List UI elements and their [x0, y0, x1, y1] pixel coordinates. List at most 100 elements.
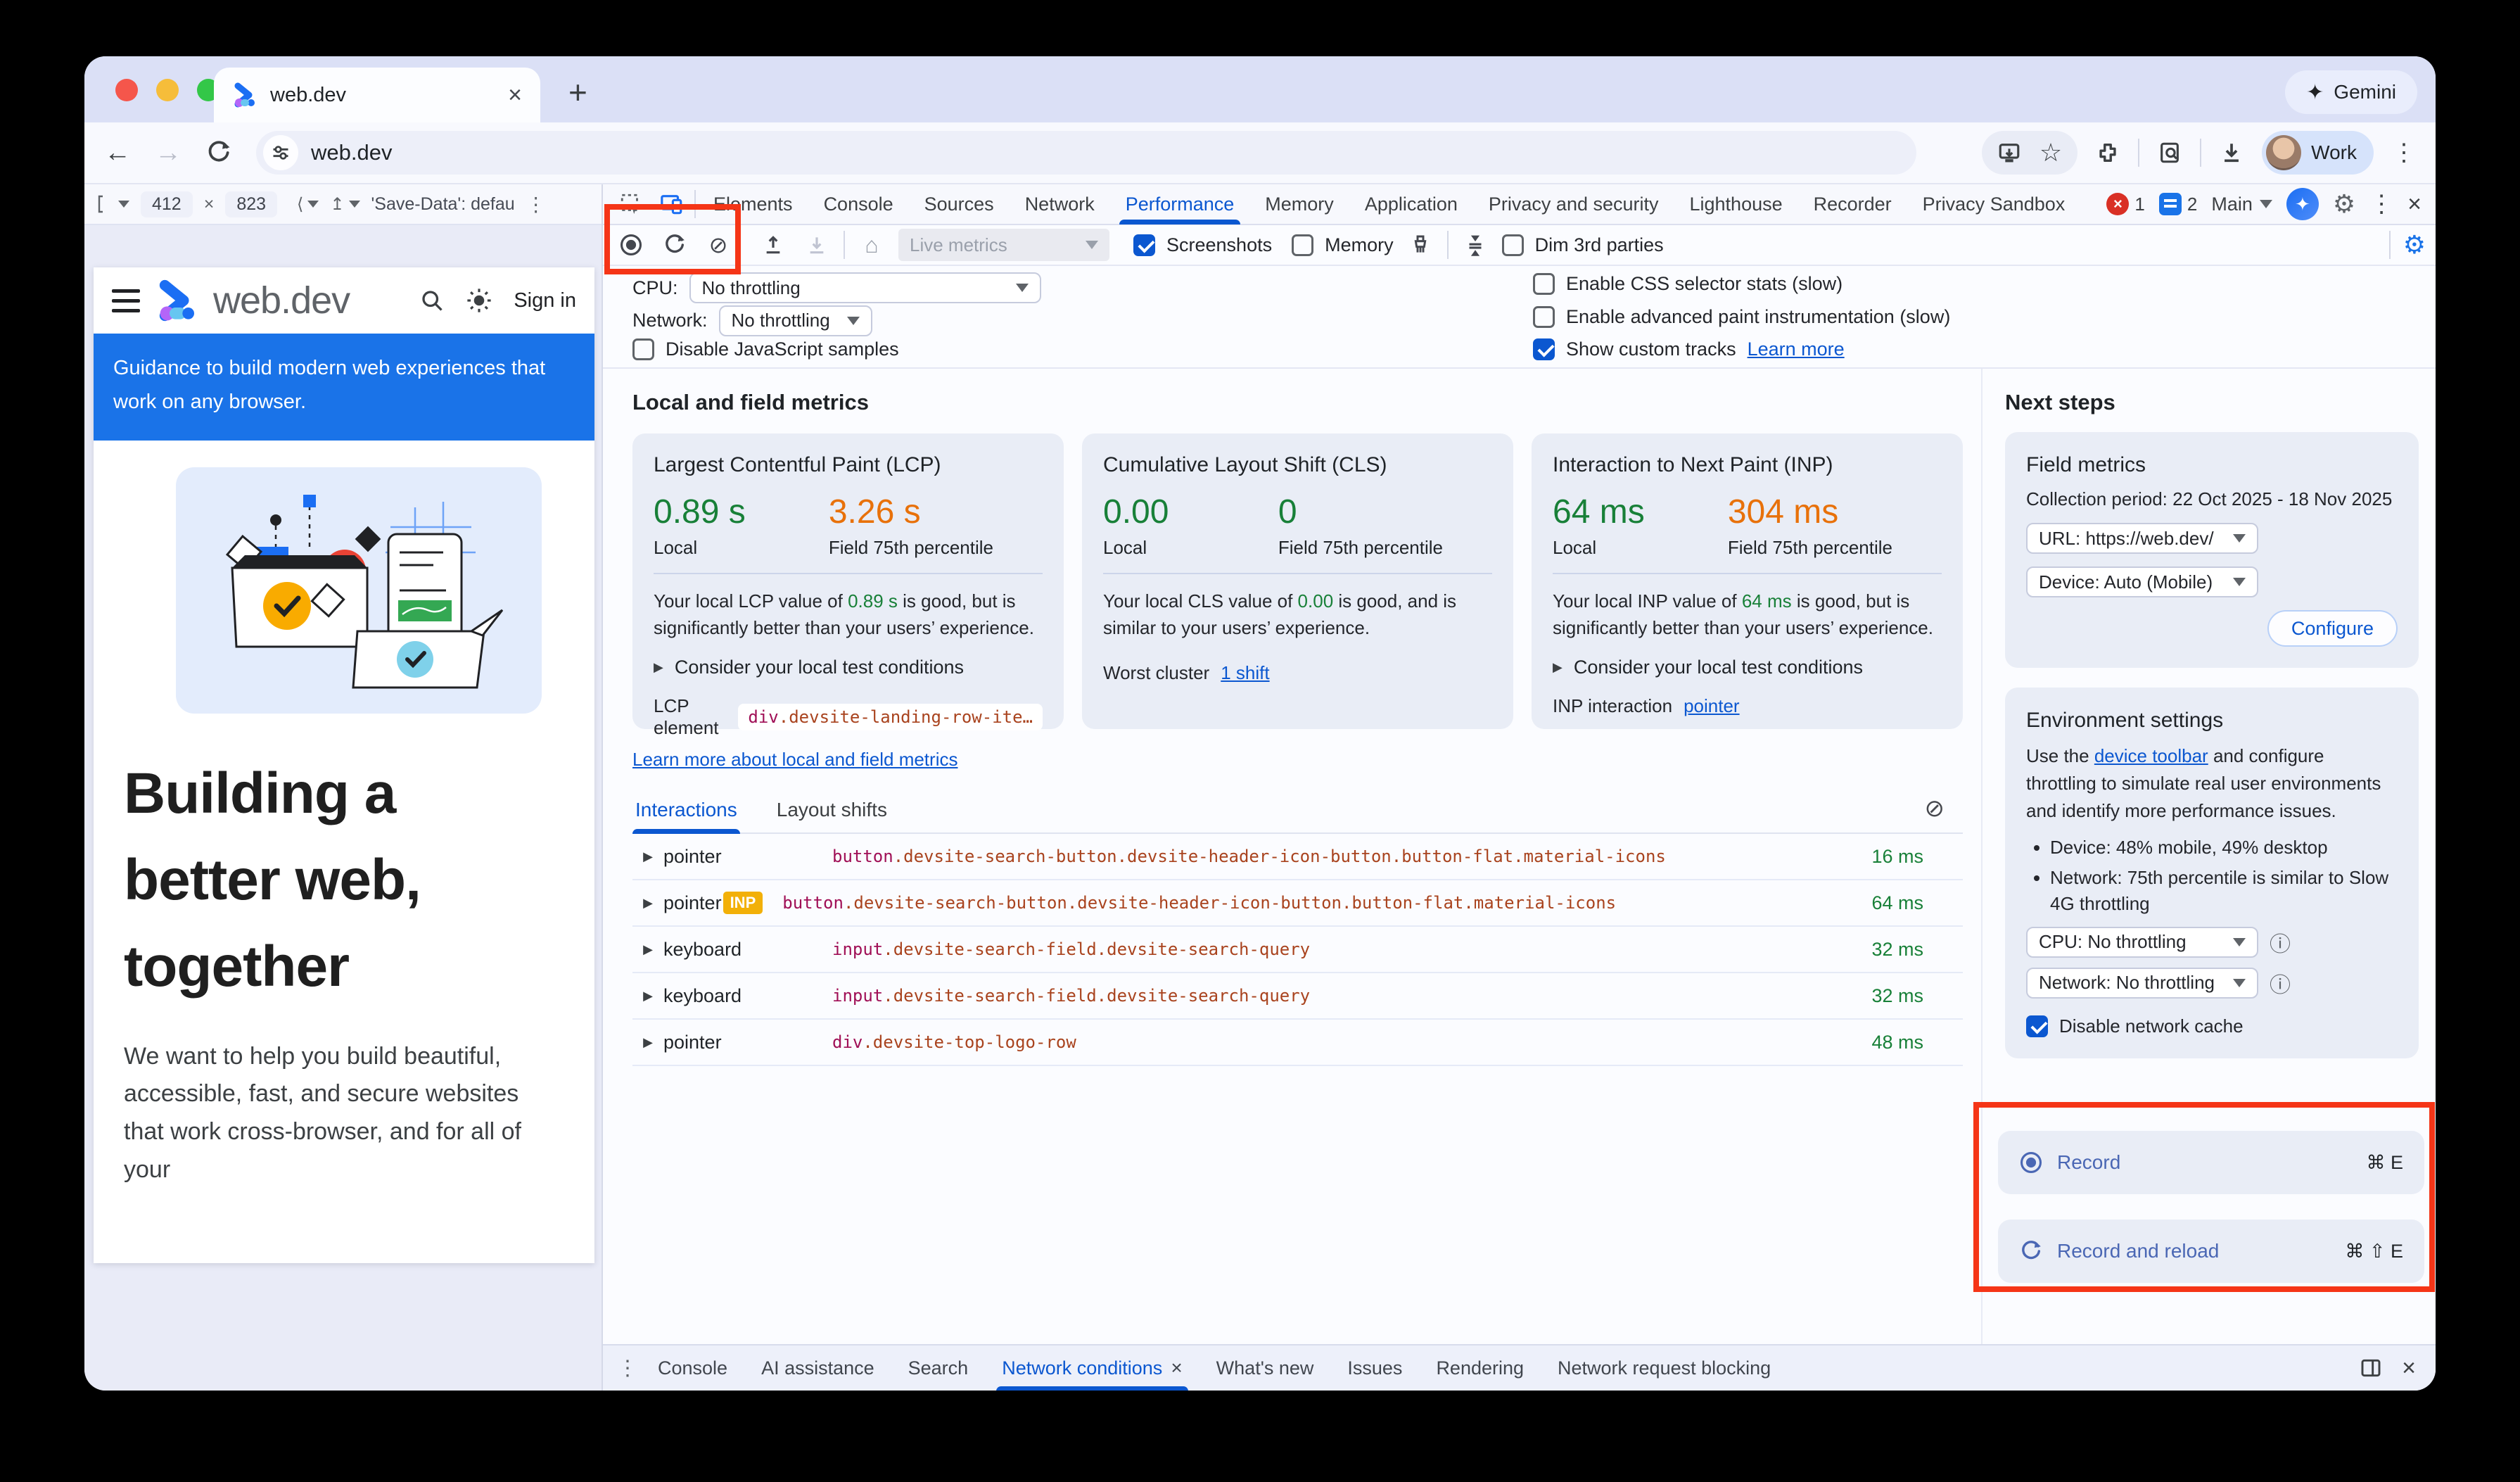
url-bar[interactable]: web.dev: [256, 131, 1916, 175]
theme-toggle-icon[interactable]: [466, 287, 492, 314]
inspect-element-icon[interactable]: [613, 186, 649, 222]
screenshots-checkbox[interactable]: [1133, 234, 1155, 256]
custom-tracks-learn-more-link[interactable]: Learn more: [1748, 338, 1845, 360]
drawer-tab-whats-new[interactable]: What's new: [1202, 1345, 1328, 1391]
drawer-tab-search[interactable]: Search: [894, 1345, 983, 1391]
browser-tab[interactable]: web.dev ×: [214, 68, 540, 122]
devtools-settings-icon[interactable]: ⚙: [2333, 189, 2355, 219]
menu-hamburger-icon[interactable]: [112, 289, 140, 312]
dimensions-dropdown[interactable]: [97, 195, 129, 213]
profile-button[interactable]: Work: [2262, 131, 2374, 175]
configure-button[interactable]: Configure: [2267, 610, 2398, 647]
advanced-paint-row[interactable]: Enable advanced paint instrumentation (s…: [1533, 306, 1950, 328]
reload-button[interactable]: [205, 139, 232, 166]
close-window-button[interactable]: [115, 79, 138, 101]
drawer-tab-console[interactable]: Console: [644, 1345, 742, 1391]
disable-cache-checkbox[interactable]: [2026, 1015, 2048, 1037]
cpu-info-icon[interactable]: ⓘ: [2270, 927, 2291, 958]
main-context-dropdown[interactable]: Main: [2211, 194, 2272, 215]
tab-layout-shifts[interactable]: Layout shifts: [774, 799, 890, 832]
ai-assistance-icon[interactable]: ✦: [2286, 188, 2319, 220]
row-expander-icon[interactable]: ▶: [632, 896, 663, 911]
panel-settings-icon[interactable]: ⚙: [2403, 230, 2426, 260]
site-search-icon[interactable]: [419, 288, 445, 313]
row-expander-icon[interactable]: ▶: [632, 849, 663, 864]
throttle-dropdown[interactable]: ↥: [330, 194, 359, 215]
bookmark-star-icon[interactable]: ☆: [2039, 138, 2062, 167]
record-reload-icon[interactable]: [658, 228, 692, 262]
css-selector-stats-row[interactable]: Enable CSS selector stats (slow): [1533, 273, 1950, 295]
advanced-paint-checkbox[interactable]: [1533, 306, 1555, 328]
new-tab-button[interactable]: +: [568, 73, 587, 111]
collect-garbage-icon[interactable]: [1404, 228, 1437, 262]
screenshots-checkbox-row[interactable]: Screenshots: [1133, 234, 1272, 256]
row-expander-icon[interactable]: ▶: [632, 942, 663, 957]
network-throttling-select[interactable]: No throttling: [719, 305, 872, 336]
memory-checkbox[interactable]: [1292, 234, 1313, 256]
home-icon[interactable]: ⌂: [855, 228, 889, 262]
disable-js-samples-row[interactable]: Disable JavaScript samples: [632, 338, 1533, 360]
tab-recorder[interactable]: Recorder: [1800, 184, 1905, 224]
tab-application[interactable]: Application: [1351, 184, 1471, 224]
save-data-dropdown[interactable]: 'Save-Data': defau: [371, 194, 515, 215]
tab-sources[interactable]: Sources: [911, 184, 1007, 224]
cpu-throttling-select[interactable]: No throttling: [689, 272, 1041, 303]
device-toolbar-menu-icon[interactable]: ⋮: [526, 193, 546, 216]
lcp-element-chip[interactable]: div.devsite-landing-row-ite…: [738, 704, 1043, 730]
disable-js-samples-checkbox[interactable]: [632, 338, 654, 360]
inp-interaction-link[interactable]: pointer: [1684, 695, 1740, 717]
webdev-logo-icon[interactable]: [155, 279, 198, 322]
inp-consider-expander[interactable]: ▶ Consider your local test conditions: [1553, 657, 1942, 678]
tab-memory[interactable]: Memory: [1252, 184, 1347, 224]
lcp-consider-expander[interactable]: ▶ Consider your local test conditions: [654, 657, 1043, 678]
minimize-window-button[interactable]: [156, 79, 179, 101]
forward-button[interactable]: →: [155, 138, 182, 168]
drawer-tab-network-conditions[interactable]: Network conditions ×: [988, 1345, 1196, 1391]
row-expander-icon[interactable]: ▶: [632, 989, 663, 1003]
search-tabs-icon[interactable]: [2158, 141, 2182, 165]
memory-checkbox-row[interactable]: Memory: [1292, 234, 1394, 256]
load-profile-icon[interactable]: [756, 228, 790, 262]
css-selector-stats-checkbox[interactable]: [1533, 273, 1555, 295]
tab-privacy-sandbox[interactable]: Privacy Sandbox: [1909, 184, 2079, 224]
drawer-close-icon[interactable]: ×: [2402, 1355, 2416, 1382]
sign-in-button[interactable]: Sign in: [514, 289, 576, 312]
sidebar-network-select[interactable]: Network: No throttling: [2026, 968, 2258, 999]
tab-performance[interactable]: Performance: [1112, 184, 1248, 224]
clear-icon[interactable]: ⊘: [701, 228, 735, 262]
record-icon[interactable]: [614, 228, 648, 262]
site-settings-icon[interactable]: [263, 135, 298, 170]
device-toolbar-link[interactable]: device toolbar: [2094, 745, 2208, 766]
drawer-tab-ai-assistance[interactable]: AI assistance: [747, 1345, 889, 1391]
save-profile-icon[interactable]: [800, 228, 834, 262]
tab-console[interactable]: Console: [810, 184, 907, 224]
extensions-icon[interactable]: [2096, 141, 2120, 165]
dim-3rd-parties-checkbox[interactable]: [1502, 234, 1524, 256]
tab-elements[interactable]: Elements: [700, 184, 806, 224]
devtools-menu-icon[interactable]: ⋮: [2369, 190, 2393, 218]
tab-privacy-security[interactable]: Privacy and security: [1475, 184, 1672, 224]
tab-interactions[interactable]: Interactions: [632, 799, 740, 832]
browser-menu-icon[interactable]: ⋮: [2392, 139, 2416, 167]
drawer-tab-rendering[interactable]: Rendering: [1422, 1345, 1538, 1391]
tab-network[interactable]: Network: [1012, 184, 1108, 224]
field-device-select[interactable]: Device: Auto (Mobile): [2026, 566, 2258, 597]
devtools-close-icon[interactable]: ×: [2407, 191, 2422, 218]
interaction-row[interactable]: ▶ keyboard input.devsite-search-field.de…: [632, 973, 1963, 1020]
row-expander-icon[interactable]: ▶: [632, 1035, 663, 1050]
drawer-menu-icon[interactable]: ⋮: [617, 1356, 638, 1381]
gemini-button[interactable]: ✦ Gemini: [2285, 70, 2417, 114]
downloads-icon[interactable]: [2220, 141, 2244, 165]
learn-more-metrics-link[interactable]: Learn more about local and field metrics: [632, 749, 957, 771]
drawer-tab-issues[interactable]: Issues: [1333, 1345, 1416, 1391]
disable-cache-row[interactable]: Disable network cache: [2026, 1015, 2398, 1037]
custom-tracks-checkbox[interactable]: [1533, 338, 1555, 360]
dim-3rd-parties-row[interactable]: Dim 3rd parties: [1502, 234, 1664, 256]
field-url-select[interactable]: URL: https://web.dev/: [2026, 523, 2258, 554]
sidebar-cpu-select[interactable]: CPU: No throttling: [2026, 927, 2258, 958]
back-button[interactable]: ←: [104, 138, 131, 168]
zoom-dropdown[interactable]: ⟨: [297, 194, 319, 215]
device-toolbar-toggle-icon[interactable]: [654, 186, 690, 222]
record-button[interactable]: Record ⌘ E: [1998, 1131, 2424, 1194]
error-badge-icon[interactable]: ×: [2106, 193, 2129, 215]
